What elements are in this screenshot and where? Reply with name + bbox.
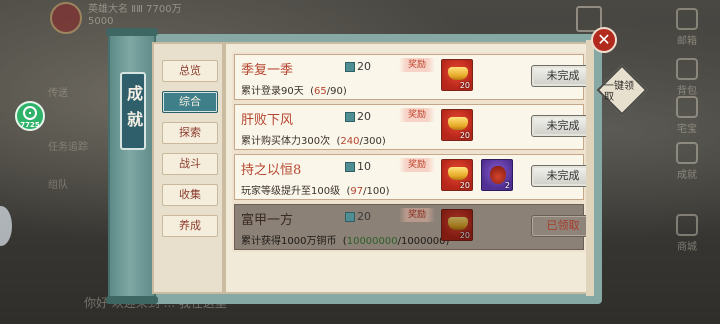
status-button[interactable]: 未完成	[531, 165, 590, 187]
bag-icon	[676, 58, 698, 80]
achievement-points: 20	[345, 60, 371, 73]
item-count: 20	[459, 181, 470, 190]
achievement-desc: 累计登录90天 (65/90)	[241, 86, 347, 97]
progress-total: /100	[363, 186, 386, 197]
reward-item[interactable]: 20	[441, 159, 473, 191]
tab-overview[interactable]: 总览	[162, 60, 218, 82]
achievement-points: 10	[345, 160, 371, 173]
gold-ingot-icon	[448, 167, 468, 180]
progress-current: 10000000	[346, 236, 398, 247]
achievement-row: 季复一季 20 奖励 累计登录90天 (65/90) 20 未完成	[234, 54, 590, 100]
panel-edge	[586, 40, 594, 296]
achievement-desc: 玩家等级提升至100级 (97/100)	[241, 186, 390, 197]
reward-item[interactable]: 2	[481, 159, 513, 191]
achievement-desc: 累计购买体力300次 (240/300)	[241, 136, 386, 147]
tab-battle[interactable]: 战斗	[162, 153, 218, 175]
progress-current: 97	[350, 186, 364, 197]
tab-general[interactable]: 综合	[162, 91, 218, 113]
mailbox-icon	[676, 8, 698, 30]
achievement-desc: 累计获得1000万铜币 (10000000/1000000)	[241, 236, 450, 247]
reward-item[interactable]: 20	[441, 109, 473, 141]
bg-player-info: 英雄大名 ⅡⅢ 7700万5000	[88, 4, 182, 27]
treasure-bag-icon	[490, 166, 506, 184]
bg-menu-home: 宅宝	[664, 96, 710, 135]
reward-tag: 奖励	[399, 158, 435, 172]
achievement-list[interactable]: 季复一季 20 奖励 累计登录90天 (65/90) 20 未完成 肝败下风 2…	[224, 42, 592, 294]
category-tabs: 总览 综合 探索 战斗 收集 养成	[152, 42, 224, 294]
item-count: 20	[459, 81, 470, 90]
timer-bubble[interactable]: 7725	[15, 101, 45, 131]
title-badge: 成就	[120, 72, 146, 150]
bg-left-row: 任务追踪	[48, 142, 88, 153]
bg-menu-achievement: 成就	[664, 142, 710, 181]
achievement-points: 20	[345, 210, 371, 223]
bg-menu-mail: 邮箱	[664, 8, 710, 47]
trophy-icon	[676, 142, 698, 164]
points-icon	[345, 111, 355, 122]
panel-title: 成就	[124, 85, 143, 137]
bg-menu-bag: 背包	[664, 58, 710, 97]
close-button[interactable]: ✕	[591, 27, 617, 53]
claimed-button[interactable]: 已领取	[531, 215, 590, 237]
status-button[interactable]: 未完成	[531, 115, 590, 137]
achievement-row: 富甲一方 20 奖励 累计获得1000万铜币 (10000000/1000000…	[234, 204, 590, 250]
bg-left-row: 组队	[48, 180, 68, 191]
claim-all-label[interactable]: 一键领取	[604, 74, 640, 110]
reward-item[interactable]: 20	[441, 59, 473, 91]
clock-icon	[23, 106, 37, 120]
achievement-points: 20	[345, 110, 371, 123]
status-button[interactable]: 未完成	[531, 65, 590, 87]
tab-develop[interactable]: 养成	[162, 215, 218, 237]
gold-ingot-icon	[448, 117, 468, 130]
progress-total: /1000000	[397, 236, 446, 247]
item-count: 2	[504, 181, 510, 190]
achievement-title: 持之以恒8	[241, 163, 302, 178]
tab-explore[interactable]: 探索	[162, 122, 218, 144]
item-count: 20	[459, 231, 470, 240]
tab-collect[interactable]: 收集	[162, 184, 218, 206]
shop-icon	[676, 214, 698, 236]
reward-tag: 奖励	[399, 108, 435, 122]
progress-current: 240	[340, 136, 360, 147]
reward-tag: 奖励	[399, 58, 435, 72]
points-icon	[345, 211, 355, 222]
house-icon	[676, 96, 698, 118]
achievement-row: 肝败下风 20 奖励 累计购买体力300次 (240/300) 20 未完成	[234, 104, 590, 150]
close-icon: ✕	[597, 30, 611, 49]
player-avatar	[50, 2, 82, 34]
item-count: 20	[459, 131, 470, 140]
achievement-title: 富甲一方	[241, 213, 294, 228]
timer-label: 7725	[20, 121, 40, 129]
gold-ingot-icon	[448, 217, 468, 230]
achievement-title: 肝败下风	[241, 113, 294, 128]
progress-total: /300	[359, 136, 382, 147]
points-icon	[345, 61, 355, 72]
achievement-row: 持之以恒8 10 奖励 玩家等级提升至100级 (97/100) 20 2 未完…	[234, 154, 590, 200]
bg-menu-shop: 商城	[664, 214, 710, 253]
bg-left-row: 传送	[48, 88, 68, 99]
progress-current: 65	[314, 86, 327, 97]
title-scroll: 成就	[106, 28, 158, 304]
achievement-title: 季复一季	[241, 63, 294, 78]
points-icon	[345, 161, 355, 172]
reward-item[interactable]: 20	[441, 209, 473, 241]
progress-total: /90	[326, 86, 343, 97]
reward-tag: 奖励	[399, 208, 435, 222]
gold-ingot-icon	[448, 67, 468, 80]
